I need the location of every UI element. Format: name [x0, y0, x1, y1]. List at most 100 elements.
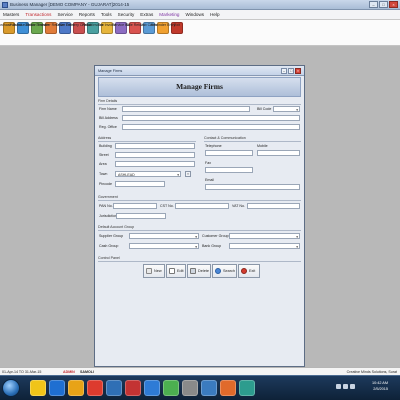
app-icon-2[interactable] [163, 380, 179, 396]
menu-item-windows[interactable]: Windows [185, 12, 204, 17]
chevron-down-icon: ▾ [296, 244, 298, 249]
toolbar-label: Exit [174, 23, 180, 27]
delete-button[interactable]: Delete [187, 264, 211, 278]
divider [204, 141, 301, 142]
maximize-button[interactable]: □ [379, 1, 388, 8]
edit-button-label: Edit [177, 269, 184, 273]
chevron-down-icon: ▾ [195, 234, 197, 239]
telephone-input[interactable] [205, 150, 253, 156]
section-control-panel: Control Panel [98, 256, 120, 260]
menu-item-help[interactable]: Help [210, 12, 219, 17]
search-button[interactable]: Search [212, 264, 237, 278]
tray-icon-flag[interactable] [350, 384, 355, 389]
edit-button[interactable]: Edit [166, 264, 186, 278]
street-input[interactable] [115, 152, 195, 158]
app-icon-5[interactable] [220, 380, 236, 396]
reg-office-input[interactable] [122, 124, 300, 130]
bank-group-dropdown[interactable]: ▾ [229, 243, 300, 249]
pincode-input[interactable] [115, 181, 165, 187]
app-icon-4[interactable] [201, 380, 217, 396]
skype-icon[interactable] [106, 380, 122, 396]
exit-icon [241, 268, 247, 274]
divider [98, 104, 301, 105]
start-button[interactable] [2, 379, 20, 397]
section-contact: Contact & Communication [204, 136, 246, 140]
menu-item-reports[interactable]: Reports [79, 12, 95, 17]
new-document-icon [146, 268, 152, 274]
town-label: Town [99, 172, 108, 176]
supplier-group-dropdown[interactable]: ▾ [129, 233, 199, 239]
clock-date: 2/5/2015 [373, 387, 388, 391]
bank-group-label: Bank Group [202, 244, 222, 248]
reg-office-label: Reg. Office [99, 125, 117, 129]
pincode-label: Pincode [99, 182, 112, 186]
town-dropdown[interactable]: ASHLEAD ▾ [115, 171, 181, 177]
manage-firms-window: Manage Firms – □ × Manage Firms Firm Det… [94, 65, 305, 367]
bill-code-label: Bill Code [257, 107, 272, 111]
divider [98, 261, 301, 262]
toolbar-button-reminder-entry[interactable]: Reminder Entry [151, 22, 175, 34]
building-label: Building [99, 144, 112, 148]
window-minimize-button[interactable]: – [281, 68, 287, 74]
jurisdiction-label: Jurisdiction [99, 214, 117, 218]
app-icon-3[interactable] [182, 380, 198, 396]
menu-item-marketing[interactable]: Marketing [159, 12, 179, 17]
minimize-button[interactable]: – [369, 1, 378, 8]
vat-no-input[interactable] [247, 203, 300, 209]
file-explorer-icon[interactable] [30, 380, 46, 396]
area-input[interactable] [115, 161, 195, 167]
cash-group-dropdown[interactable]: ▾ [129, 243, 199, 249]
bill-code-dropdown[interactable]: ▾ [273, 106, 300, 112]
pan-no-input[interactable] [113, 203, 157, 209]
bill-address-input[interactable] [122, 115, 300, 121]
menu-item-tools[interactable]: Tools [101, 12, 112, 17]
close-button[interactable]: × [389, 1, 398, 8]
status-date-range: 01-Apr-14 TO 31-Mar-15 [2, 370, 42, 374]
app-title-bar: Business Manager [DEMO COMPANY - GUJARAT… [0, 0, 400, 10]
cst-no-input[interactable] [175, 203, 229, 209]
jurisdiction-input[interactable] [116, 213, 166, 219]
menu-item-service[interactable]: Service [57, 12, 72, 17]
chevron-down-icon: ▾ [177, 172, 179, 177]
exit-button-label: Exit [249, 269, 256, 273]
taskbar: 10:42 AM 2/5/2015 [0, 375, 400, 400]
firm-form: Firm Details Firm Name Bill Code ▾ Bill … [95, 98, 304, 360]
window-maximize-button[interactable]: □ [288, 68, 294, 74]
firm-name-input[interactable] [122, 106, 250, 112]
media-player-icon[interactable] [125, 380, 141, 396]
menu-item-security[interactable]: Security [118, 12, 135, 17]
toolbar: Purchase BsmtlPurchase ReturnGoods Trans… [0, 20, 400, 46]
tray-icon-volume[interactable] [343, 384, 348, 389]
fax-input[interactable] [205, 167, 253, 173]
toolbar-button-sale-return[interactable]: Sale Return [126, 22, 144, 34]
bill-address-label: Bill Address [99, 116, 118, 120]
chrome-icon[interactable] [87, 380, 103, 396]
delete-icon [190, 268, 196, 274]
app-icon-6[interactable] [239, 380, 255, 396]
section-address: Address [98, 136, 112, 140]
firefox-icon[interactable] [68, 380, 84, 396]
email-input[interactable] [205, 184, 300, 190]
mobile-input[interactable] [257, 150, 300, 156]
supplier-group-label: Supplier Group [99, 234, 124, 238]
fax-label: Fax [205, 161, 211, 165]
tray-icon-network[interactable] [336, 384, 341, 389]
new-button[interactable]: New [143, 264, 165, 278]
window-close-button[interactable]: × [295, 68, 301, 74]
menu-bar: Masters Transactions Service Reports Tools Se… [0, 10, 400, 20]
building-input[interactable] [115, 143, 195, 149]
menu-item-extras[interactable]: Extras [140, 12, 153, 17]
internet-explorer-icon[interactable] [49, 380, 65, 396]
town-lookup-button[interactable]: ▿ [185, 171, 191, 177]
menu-item-transactions[interactable]: Transactions [25, 12, 51, 17]
menu-item-masters[interactable]: Masters [3, 12, 19, 17]
chevron-down-icon: ▾ [296, 107, 298, 112]
divider [98, 230, 301, 231]
taskbar-clock[interactable]: 10:42 AM 2/5/2015 [372, 380, 388, 392]
exit-button[interactable]: Exit [238, 264, 260, 278]
toolbar-label: Reminder Entry [150, 23, 176, 27]
app-icon-1[interactable] [144, 380, 160, 396]
chevron-down-icon: ▾ [296, 234, 298, 239]
customer-group-dropdown[interactable]: ▾ [229, 233, 300, 239]
chevron-down-icon: ▾ [195, 244, 197, 249]
